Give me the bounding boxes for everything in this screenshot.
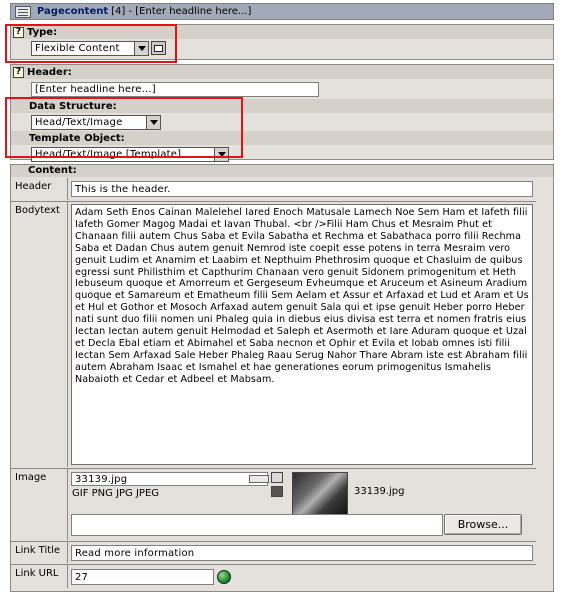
globe-link-icon[interactable]: [217, 570, 231, 584]
record-info: [4] - [Enter headline here...]: [111, 6, 252, 17]
header-label-row: ? Header:: [11, 65, 553, 79]
chevron-down-icon: [146, 115, 160, 129]
content-link-title-row: Link Title Read more information: [11, 541, 536, 563]
content-header-label: Header: [11, 178, 68, 200]
image-allowed-types: GIF PNG JPG JPEG: [72, 488, 160, 499]
content-header-row: Header This is the header.: [11, 178, 536, 200]
type-label-row: ? Type:: [11, 25, 553, 39]
data-structure-label: Data Structure:: [29, 100, 117, 112]
template-object-label: Template Object:: [29, 132, 125, 144]
image-thumbnail[interactable]: [292, 472, 348, 516]
help-icon[interactable]: ?: [13, 26, 24, 38]
trash-icon[interactable]: [271, 486, 283, 497]
chevron-down-icon: [134, 41, 148, 55]
data-structure-label-row: Data Structure:: [11, 99, 553, 113]
content-image-row: Image 33139.jpg GIF PNG JPG JPEG 33139.j…: [11, 468, 536, 540]
content-label: Content:: [11, 165, 553, 177]
type-section: ? Type: Flexible Content: [10, 24, 554, 60]
content-bodytext-row: Bodytext Adam Seth Enos Cainan Malelehel…: [11, 201, 536, 467]
headline-input[interactable]: [Enter headline here...]: [31, 81, 319, 97]
content-section: Content: Header This is the header. Body…: [10, 164, 554, 592]
header-section: ? Header: [Enter headline here...] Data …: [10, 64, 554, 162]
content-link-title-label: Link Title: [11, 542, 68, 563]
content-bodytext-label: Bodytext: [11, 202, 68, 467]
content-link-url-label: Link URL: [11, 565, 68, 588]
image-caption: 33139.jpg: [354, 486, 405, 497]
template-object-label-row: Template Object:: [11, 131, 553, 145]
chevron-down-icon: [214, 147, 228, 161]
wizard-icon[interactable]: [151, 41, 166, 55]
header-label: Header:: [27, 66, 72, 78]
link-url-input[interactable]: 27: [71, 569, 214, 585]
image-list-scroll-handle[interactable]: [249, 475, 269, 483]
edit-icon[interactable]: [271, 472, 283, 483]
content-image-label: Image: [11, 469, 68, 540]
image-file-field[interactable]: 33139.jpg: [71, 472, 268, 486]
content-link-url-row: Link URL 27: [11, 564, 536, 588]
browse-button[interactable]: Browse...: [444, 514, 522, 535]
type-label: Type:: [27, 26, 58, 38]
image-upload-field[interactable]: [71, 514, 443, 536]
record-title-bar: Pagecontent [4] - [Enter headline here..…: [10, 3, 554, 20]
bodytext-textarea[interactable]: Adam Seth Enos Cainan Malelehel Iared En…: [71, 204, 533, 465]
content-header-input[interactable]: This is the header.: [71, 181, 533, 197]
record-doc-icon[interactable]: [15, 5, 31, 18]
help-icon[interactable]: ?: [13, 66, 24, 78]
link-title-input[interactable]: Read more information: [71, 545, 533, 561]
record-type-label: Pagecontent: [37, 6, 109, 17]
type-select[interactable]: Flexible Content: [31, 40, 149, 56]
template-object-select[interactable]: Head/Text/Image [Template]: [31, 146, 229, 162]
data-structure-select[interactable]: Head/Text/Image: [31, 114, 161, 130]
